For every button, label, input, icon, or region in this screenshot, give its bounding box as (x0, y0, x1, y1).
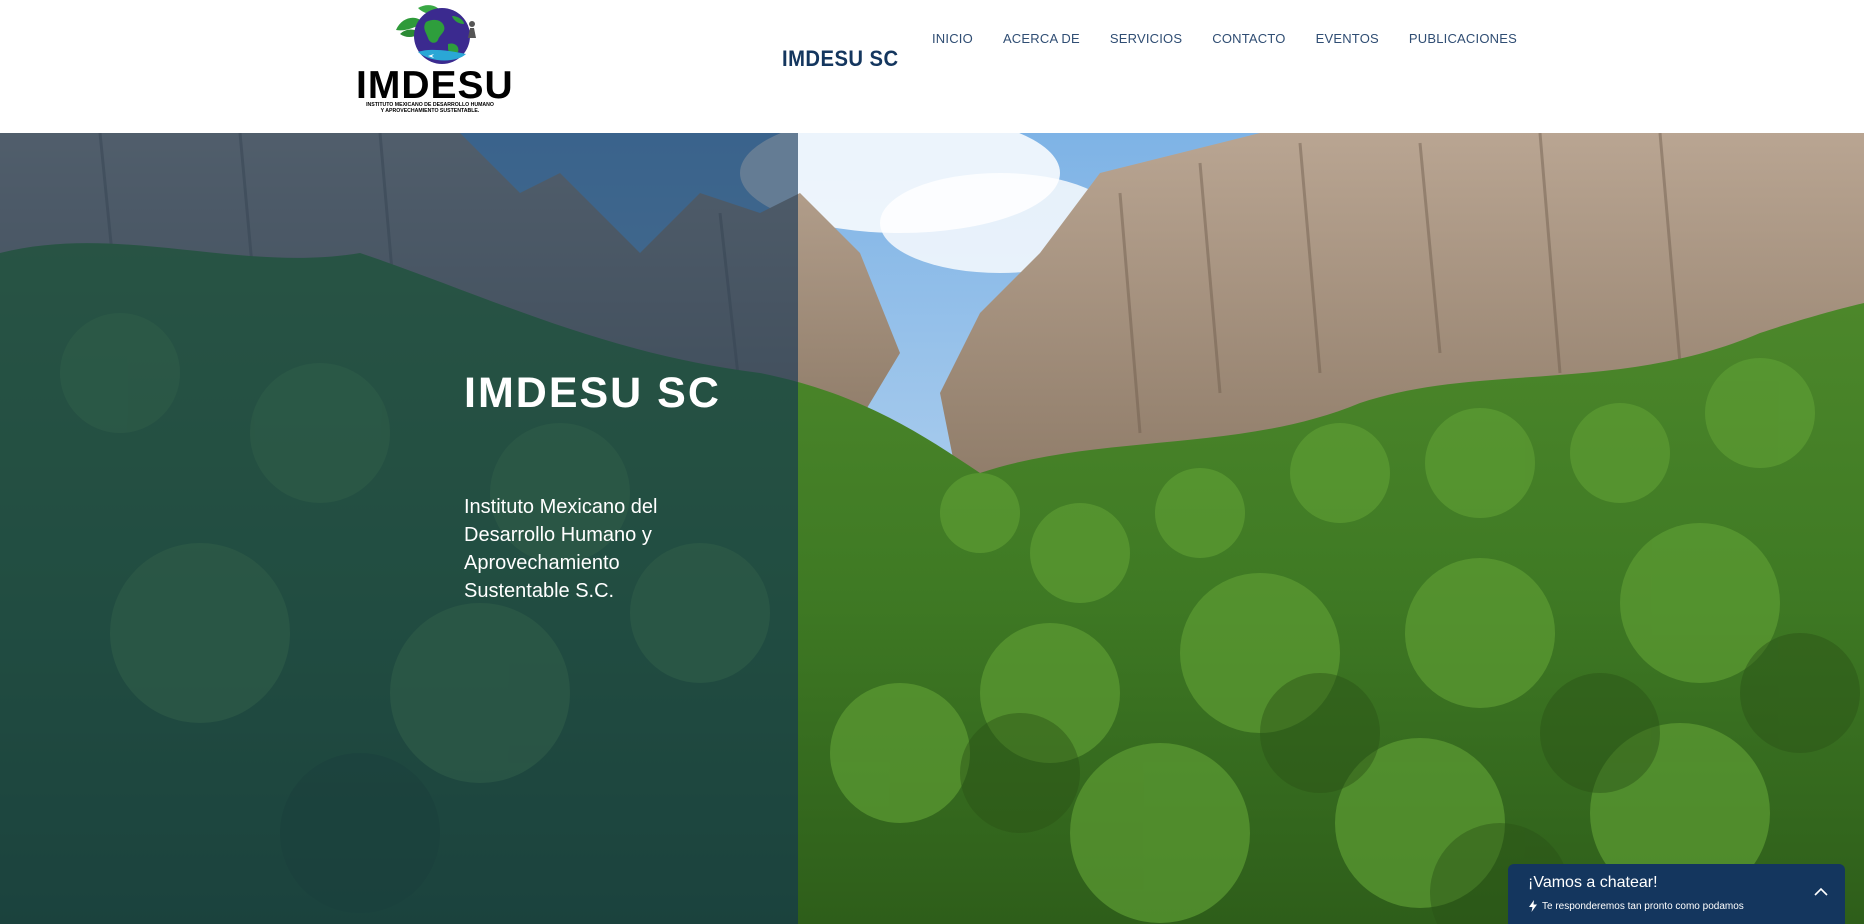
chevron-up-icon[interactable] (1811, 882, 1831, 902)
logo-wordmark: IMDESU (356, 64, 514, 107)
logo-subtitle: INSTITUTO MEXICANO DE DESARROLLO HUMANO … (356, 102, 504, 114)
nav-item-publicaciones[interactable]: PUBLICACIONES (1409, 31, 1517, 47)
nav-item-eventos[interactable]: EVENTOS (1316, 31, 1379, 47)
chat-subtitle-text: Te responderemos tan pronto como podamos (1542, 900, 1744, 912)
nav-item-contacto[interactable]: CONTACTO (1212, 31, 1285, 47)
lightning-icon (1529, 900, 1537, 912)
globe-leaves-logo-icon (396, 5, 476, 64)
site-title[interactable]: IMDESU SC (782, 46, 899, 72)
hero-title: IMDESU SC (464, 369, 721, 417)
site-header: IMDESU INSTITUTO MEXICANO DE DESARROLLO … (0, 0, 1864, 133)
nav-item-servicios[interactable]: SERVICIOS (1110, 31, 1182, 47)
chat-subtitle: Te responderemos tan pronto como podamos (1528, 900, 1744, 912)
hero-section: IMDESU SC Instituto Mexicano del Desarro… (0, 133, 1864, 924)
nav-item-inicio[interactable]: INICIO (932, 31, 973, 47)
chat-widget[interactable]: ¡Vamos a chatear! Te responderemos tan p… (1508, 864, 1845, 924)
logo-subtitle-line2: Y APROVECHAMIENTO SUSTENTABLE. (380, 108, 480, 114)
main-navigation: INICIO ACERCA DE SERVICIOS CONTACTO EVEN… (932, 31, 1517, 47)
nav-item-acerca-de[interactable]: ACERCA DE (1003, 31, 1080, 47)
hero-description: Instituto Mexicano del Desarrollo Humano… (464, 496, 658, 602)
chat-title: ¡Vamos a chatear! (1528, 874, 1658, 891)
site-logo[interactable]: IMDESU INSTITUTO MEXICANO DE DESARROLLO … (356, 4, 514, 114)
